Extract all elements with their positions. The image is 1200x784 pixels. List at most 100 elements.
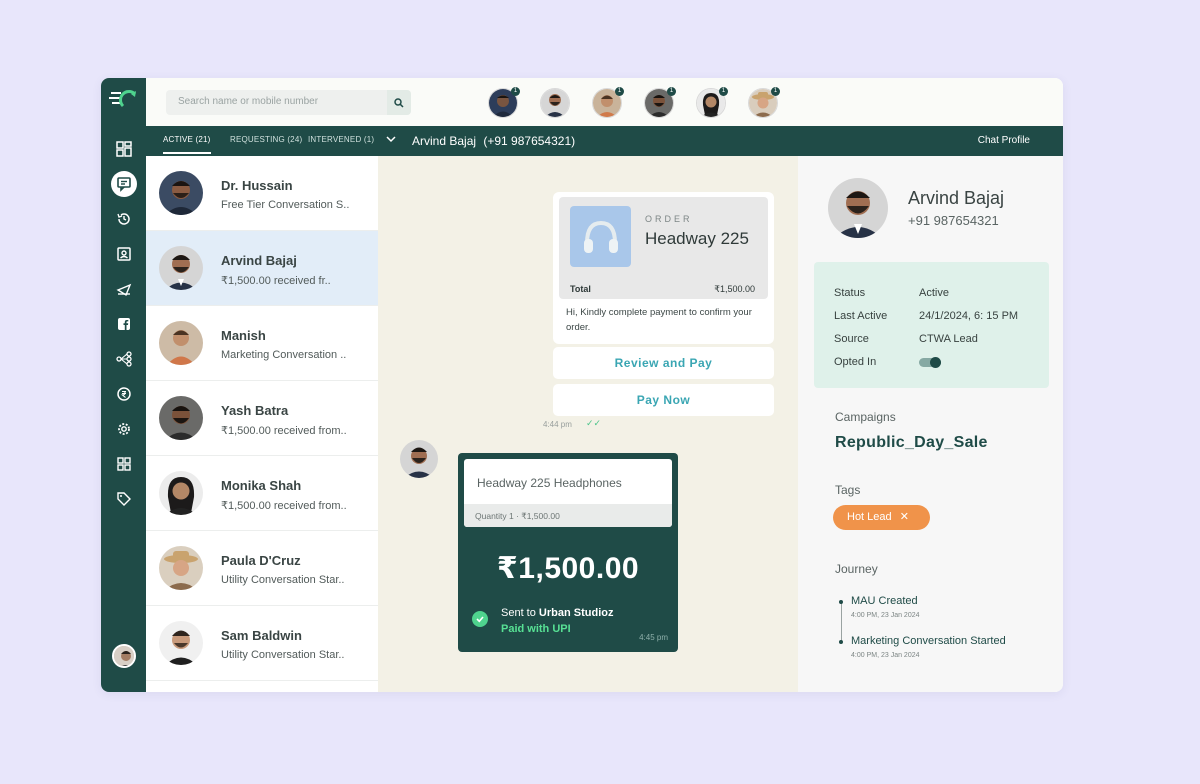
avatar [159,246,203,290]
avatar [159,471,203,515]
chevron-down-icon[interactable] [386,135,396,146]
tag-label: Hot Lead [847,511,892,523]
recent-contact-avatar[interactable]: 1 [592,87,624,118]
contact-name: Arvind Bajaj [221,253,297,268]
contact-name: Monika Shah [221,478,302,493]
unread-badge: 1 [667,87,676,96]
campaigns-heading: Campaigns [835,410,896,424]
payment-quantity: Quantity 1 · ₹1,500.00 [475,511,560,521]
payments-icon[interactable] [111,381,137,407]
message-preview: Free Tier Conversation S.. [221,199,350,211]
chat-icon[interactable] [111,171,137,197]
apps-icon[interactable] [111,451,137,477]
profile-panel: Arvind Bajaj +91 987654321 Status Active… [798,156,1063,692]
close-icon[interactable]: ✕ [900,511,909,523]
opted-in-toggle[interactable] [919,357,941,368]
search-input[interactable]: Search name or mobile number [166,90,411,115]
contact-name: Yash Batra [221,403,289,418]
contact-name: Paula D'Cruz [221,553,301,568]
order-summary: ORDER Headway 225 Total ₹1,500.00 [559,197,768,299]
conversation-item[interactable]: Dr. Hussain Free Tier Conversation S.. [146,156,378,231]
avatar [159,321,203,365]
chat-profile-link[interactable]: Chat Profile [978,135,1030,146]
contacts-icon[interactable] [111,241,137,267]
tab-requesting[interactable]: REQUESTING (24) [230,135,302,144]
chat-header-name: Arvind Bajaj [412,134,477,148]
tag-icon[interactable] [111,486,137,512]
headphones-icon [570,206,631,267]
chat-area: ORDER Headway 225 Total ₹1,500.00 Hi, Ki… [378,156,798,692]
recent-contacts: 1 1 1 1 1 [488,87,800,118]
facebook-icon[interactable] [111,311,137,337]
payment-item-card: Headway 225 Headphones Quantity 1 · ₹1,5… [464,459,672,527]
order-message: ORDER Headway 225 Total ₹1,500.00 Hi, Ki… [553,192,774,418]
chat-header: Arvind Bajaj (+91 987654321) [412,134,575,148]
user-avatar[interactable] [112,644,136,668]
payment-recipient: Sent to Urban Studioz [501,607,613,619]
status-value: Active [919,287,949,299]
contact-name: Sam Baldwin [221,628,302,643]
order-card: ORDER Headway 225 Total ₹1,500.00 Hi, Ki… [553,192,774,344]
settings-icon[interactable] [111,416,137,442]
opted-in-label: Opted In [834,356,877,368]
avatar [400,440,438,478]
tab-intervened[interactable]: INTERVENED (1) [308,135,374,144]
recent-contact-avatar[interactable]: 1 [488,87,520,118]
contact-name: Manish [221,328,266,343]
conversation-item[interactable]: Manish Marketing Conversation .. [146,306,378,381]
order-label: ORDER [645,214,693,224]
pay-now-button[interactable]: Pay Now [553,384,774,416]
journey-event-title: MAU Created [851,595,918,607]
unread-badge: 1 [511,87,520,96]
profile-phone: +91 987654321 [908,213,999,228]
conversation-item[interactable]: Sam Baldwin Utility Conversation Star.. [146,606,378,681]
order-message-text: Hi, Kindly complete payment to confirm y… [566,307,752,333]
source-label: Source [834,333,869,345]
message-preview: ₹1,500.00 received fr.. [221,275,331,287]
message-preview: Utility Conversation Star.. [221,649,345,661]
order-product-title: Headway 225 [645,229,749,248]
status-label: Status [834,287,866,299]
top-bar: Search name or mobile number 1 1 1 1 1 [146,78,1063,126]
avatar [159,396,203,440]
review-and-pay-button[interactable]: Review and Pay [553,347,774,379]
history-icon[interactable] [111,206,137,232]
recent-contact-avatar[interactable]: 1 [748,87,780,118]
search-icon[interactable] [387,90,411,115]
journey-event-time: 4:00 PM, 23 Jan 2024 [851,652,920,659]
payment-recipient-name: Urban Studioz [538,607,614,619]
message-preview: Marketing Conversation .. [221,349,347,361]
last-active-value: 24/1/2024, 6: 15 PM [919,310,1019,322]
dashboard-icon[interactable] [111,136,137,162]
order-total-value: ₹1,500.00 [714,284,755,294]
campaign-name[interactable]: Republic_Day_Sale [835,434,988,452]
conversation-item[interactable]: Arvind Bajaj ₹1,500.00 received fr.. [146,231,378,306]
avatar [159,171,203,215]
conversation-item[interactable]: Yash Batra ₹1,500.00 received from.. [146,381,378,456]
app-window: Search name or mobile number 1 1 1 1 1 A… [101,78,1063,692]
contact-name: Dr. Hussain [221,178,293,193]
avatar [159,546,203,590]
chat-header-phone: (+91 987654321) [483,134,576,148]
flow-icon[interactable] [111,346,137,372]
logo-icon [109,88,139,110]
journey-dot [839,600,843,604]
unread-badge: 1 [615,87,624,96]
payment-method: Paid with UPI [501,623,571,635]
tag-chip[interactable]: Hot Lead ✕ [833,505,930,530]
conversation-item[interactable]: Paula D'Cruz Utility Conversation Star.. [146,531,378,606]
send-icon[interactable] [111,276,137,302]
recent-contact-avatar[interactable]: 1 [644,87,676,118]
last-active-label: Last Active [834,310,888,322]
unread-badge: 1 [771,87,780,96]
recent-contact-avatar[interactable] [540,88,570,118]
search-placeholder: Search name or mobile number [178,96,319,107]
journey-event-time: 4:00 PM, 23 Jan 2024 [851,612,920,619]
source-value: CTWA Lead [919,333,978,345]
left-rail [101,78,146,692]
conversation-item[interactable]: Monika Shah ₹1,500.00 received from.. [146,456,378,531]
recent-contact-avatar[interactable]: 1 [696,87,728,118]
avatar [541,89,569,117]
tab-active[interactable]: ACTIVE (21) [163,135,211,154]
message-preview: Utility Conversation Star.. [221,574,345,586]
